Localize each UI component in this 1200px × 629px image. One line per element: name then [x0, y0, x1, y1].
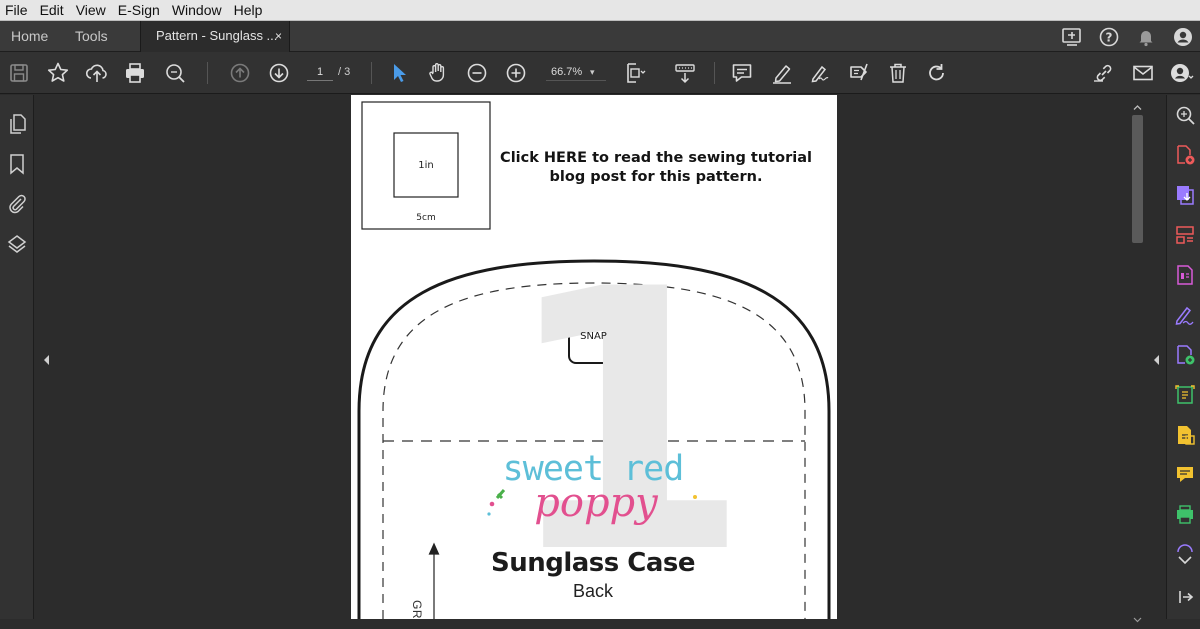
stamp-icon[interactable]: [846, 60, 872, 86]
pattern-subtitle: Back: [572, 581, 614, 601]
highlight-icon[interactable]: [769, 60, 795, 86]
scroll-up-arrow-icon[interactable]: [1133, 99, 1142, 110]
star-icon[interactable]: [45, 60, 71, 86]
tab-document[interactable]: Pattern - Sunglass ... ×: [140, 21, 290, 52]
attachment-icon[interactable]: [5, 192, 29, 216]
zoom-level-input[interactable]: 66.7%: [546, 64, 606, 81]
menu-bar: File Edit View E-Sign Window Help: [0, 0, 1200, 21]
tutorial-line-2: blog post for this pattern.: [549, 169, 763, 185]
toolbar-divider: [371, 62, 372, 84]
more-tools-icon[interactable]: [1174, 544, 1196, 566]
bookmark-icon[interactable]: [5, 152, 29, 176]
scroll-down-arrow-icon[interactable]: [1133, 611, 1142, 623]
next-page-icon[interactable]: [266, 60, 292, 86]
help-icon[interactable]: ?: [1098, 26, 1120, 48]
vertical-scrollbar[interactable]: [1129, 95, 1146, 623]
sign-icon[interactable]: [807, 60, 833, 86]
print-production-icon[interactable]: [1174, 504, 1196, 526]
fill-sign-icon[interactable]: [1174, 304, 1196, 326]
comment-tool-icon[interactable]: [1174, 464, 1196, 486]
menu-file[interactable]: File: [0, 0, 35, 21]
account-icon[interactable]: [1172, 26, 1194, 48]
hand-icon[interactable]: [425, 60, 451, 86]
menu-window[interactable]: Window: [167, 0, 229, 21]
menu-help[interactable]: Help: [229, 0, 270, 21]
menu-esign[interactable]: E-Sign: [113, 0, 167, 21]
layers-icon[interactable]: [5, 233, 29, 257]
left-navigation-rail: [0, 95, 49, 619]
scrollbar-thumb[interactable]: [1132, 115, 1143, 243]
comment-icon[interactable]: [729, 60, 755, 86]
zoom-dropdown-chevron-icon[interactable]: ▾: [590, 64, 595, 80]
zoom-in-icon[interactable]: [503, 60, 529, 86]
grainline-arrow: [428, 542, 440, 619]
delete-icon[interactable]: [885, 60, 911, 86]
scale-outer-label: 5cm: [416, 213, 436, 223]
page-total: / 3: [338, 66, 351, 78]
scrolling-mode-icon[interactable]: [672, 60, 698, 86]
mail-icon[interactable]: [1130, 60, 1156, 86]
document-tab-label: Pattern - Sunglass ...: [156, 28, 278, 43]
scan-ocr-icon[interactable]: [1174, 384, 1196, 406]
toolbar-divider: [207, 62, 208, 84]
scale-inner-label: 1in: [418, 160, 434, 171]
fit-page-icon[interactable]: [623, 60, 649, 86]
create-pdf-icon[interactable]: [1174, 184, 1196, 206]
brand-logo-bottom: poppy: [534, 480, 658, 526]
close-tab-icon[interactable]: ×: [275, 21, 282, 51]
svg-text:?: ?: [1106, 31, 1113, 45]
share-screen-icon[interactable]: [1061, 26, 1083, 48]
tab-bar: Home Tools Pattern - Sunglass ... × ?: [0, 21, 1200, 52]
zoom-search-icon[interactable]: [1174, 104, 1196, 126]
page-number-input[interactable]: 1: [307, 64, 333, 81]
expand-left-panel-icon[interactable]: [42, 353, 50, 365]
toolbar-divider: [714, 62, 715, 84]
share-link-icon[interactable]: [1091, 60, 1117, 86]
menu-view[interactable]: View: [71, 0, 113, 21]
toolbar: 1 / 3 66.7% ▾: [0, 52, 1200, 94]
save-icon[interactable]: [6, 60, 32, 86]
select-arrow-icon[interactable]: [386, 60, 412, 86]
snap-label: SNAP: [580, 331, 607, 342]
collapse-right-panel-icon[interactable]: [1152, 353, 1160, 365]
edit-pdf-icon[interactable]: [1174, 264, 1196, 286]
page-thumbnails-icon[interactable]: [5, 112, 29, 136]
pdf-page: 1in 5cm Click HERE to read the sewing tu…: [351, 95, 837, 619]
tutorial-line-1: Click HERE to read the sewing tutorial: [500, 150, 812, 166]
collapse-panel-icon[interactable]: [1174, 586, 1196, 608]
account-settings-icon[interactable]: [1168, 60, 1194, 86]
protect-icon[interactable]: [1174, 424, 1196, 446]
previous-page-icon[interactable]: [227, 60, 253, 86]
tutorial-link[interactable]: Click HERE to read the sewing tutorial b…: [491, 149, 821, 187]
bell-icon[interactable]: [1135, 26, 1157, 48]
pattern-title: Sunglass Case: [490, 548, 696, 578]
upload-cloud-icon[interactable]: [84, 60, 110, 86]
print-icon[interactable]: [122, 60, 148, 86]
tab-tools[interactable]: Tools: [75, 21, 108, 52]
menu-edit[interactable]: Edit: [35, 0, 71, 21]
zoom-out-icon[interactable]: [464, 60, 490, 86]
grainline-label: GRAINL: [410, 600, 424, 619]
tab-home[interactable]: Home: [11, 21, 48, 52]
rotate-icon[interactable]: [924, 60, 950, 86]
zoom-search-icon[interactable]: [162, 60, 188, 86]
request-signature-icon[interactable]: [1174, 344, 1196, 366]
export-pdf-icon[interactable]: [1174, 144, 1196, 166]
organize-pages-icon[interactable]: [1174, 224, 1196, 246]
right-tools-rail: [1166, 95, 1200, 619]
